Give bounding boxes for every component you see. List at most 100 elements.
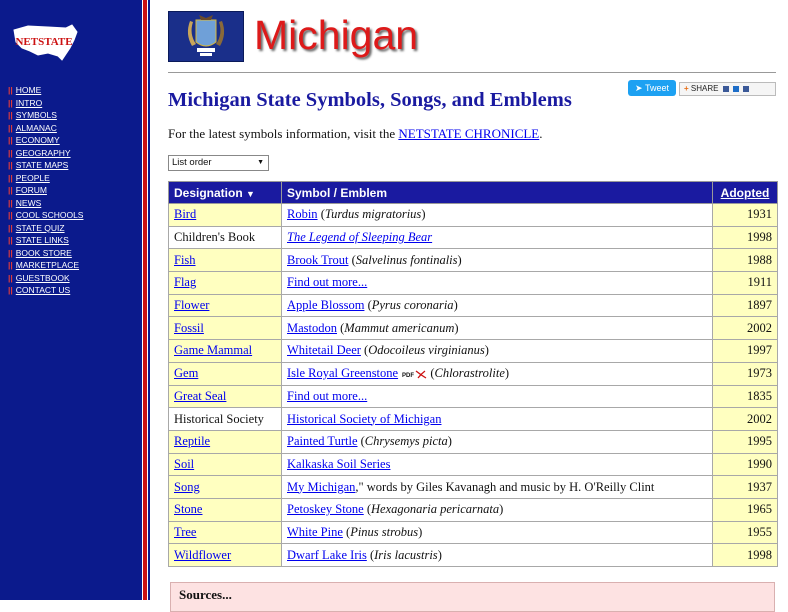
nav-item: || GEOGRAPHY <box>8 147 83 160</box>
symbol-link[interactable]: Kalkaska Soil Series <box>287 457 390 471</box>
twitter-bird-icon: ➤ <box>635 83 643 93</box>
designation-link[interactable]: Song <box>174 480 200 494</box>
adopted-year-cell: 1998 <box>712 543 778 567</box>
nav-link-forum[interactable]: FORUM <box>16 185 47 195</box>
table-row: Gem Isle Royal Greenstone PDF (Chlorastro… <box>168 361 778 386</box>
nav-separator: || <box>8 272 13 283</box>
symbol-link[interactable]: Dwarf Lake Iris <box>287 548 367 562</box>
symbol-link[interactable]: Find out more... <box>287 275 367 289</box>
latin-name: Mammut americanum <box>344 320 455 335</box>
symbol-detail-close: ) <box>437 547 442 562</box>
netstate-chronicle-link[interactable]: NETSTATE CHRONICLE <box>398 126 539 141</box>
symbol-link[interactable]: Whitetail Deer <box>287 343 361 357</box>
adopted-year-cell: 1965 <box>712 497 778 522</box>
designation-link[interactable]: Fish <box>174 253 196 267</box>
designation-link[interactable]: Fossil <box>174 321 204 335</box>
symbol-cell: The Legend of Sleeping Bear <box>281 225 713 250</box>
designation-link[interactable]: Tree <box>174 525 196 539</box>
symbol-cell: Historical Society of Michigan <box>281 407 713 431</box>
symbol-cell: Petoskey Stone (Hexagonaria pericarnata) <box>281 497 713 522</box>
designation-cell: Flag <box>168 271 282 295</box>
symbol-link[interactable]: Petoskey Stone <box>287 502 364 516</box>
symbol-cell: Painted Turtle (Chrysemys picta) <box>281 429 713 454</box>
nav-link-contact-us[interactable]: CONTACT US <box>16 285 70 295</box>
sidebar: NETSTATE || HOME || INTRO || SYMBOLS || ALMANAC… <box>0 0 140 600</box>
symbol-link[interactable]: Apple Blossom <box>287 298 364 312</box>
symbol-link[interactable]: White Pine <box>287 525 343 539</box>
nav-link-almanac[interactable]: ALMANAC <box>16 123 57 133</box>
nav-link-cool-schools[interactable]: COOL SCHOOLS <box>16 210 84 220</box>
adopted-year-cell: 1973 <box>712 361 778 386</box>
nav-link-book-store[interactable]: BOOK STORE <box>16 248 72 258</box>
nav-link-symbols[interactable]: SYMBOLS <box>16 110 57 120</box>
designation-link[interactable]: Great Seal <box>174 389 226 403</box>
nav-link-home[interactable]: HOME <box>16 85 42 95</box>
adopted-year-cell: 2002 <box>712 407 778 431</box>
symbol-link[interactable]: Brook Trout <box>287 253 348 267</box>
designation-cell: Flower <box>168 293 282 318</box>
designation-link[interactable]: Gem <box>174 366 198 380</box>
designation-link[interactable]: Flag <box>174 275 196 289</box>
sources-box: Sources... <box>170 582 775 612</box>
designation-link[interactable]: Game Mammal <box>174 343 252 357</box>
table-row: Fossil Mastodon (Mammut americanum) 2002 <box>168 316 778 341</box>
symbol-link[interactable]: The Legend of Sleeping Bear <box>287 230 432 244</box>
nav-link-guestbook[interactable]: GUESTBOOK <box>16 273 70 283</box>
symbol-link[interactable]: Painted Turtle <box>287 434 358 448</box>
symbol-detail-close: ) <box>421 207 426 222</box>
adopted-year-cell: 2002 <box>712 316 778 341</box>
nav-link-people[interactable]: PEOPLE <box>16 173 50 183</box>
nav-separator: || <box>8 260 13 270</box>
symbol-cell: White Pine (Pinus strobus) <box>281 520 713 545</box>
symbol-cell: Find out more... <box>281 384 713 409</box>
designation-link[interactable]: Bird <box>174 207 196 221</box>
nav-separator: || <box>8 97 13 108</box>
nav-link-news[interactable]: NEWS <box>16 198 42 208</box>
designation-link[interactable]: Stone <box>174 502 202 516</box>
adopted-year-cell: 1955 <box>712 520 778 545</box>
tweet-button[interactable]: ➤ Tweet <box>628 80 676 96</box>
symbol-link[interactable]: Isle Royal Greenstone <box>287 366 398 380</box>
symbol-link[interactable]: My Michigan <box>287 480 355 494</box>
symbol-cell: Robin (Turdus migratorius) <box>281 203 713 227</box>
nav-link-intro[interactable]: INTRO <box>16 98 42 108</box>
nav-link-marketplace[interactable]: MARKETPLACE <box>16 260 79 270</box>
symbol-link[interactable]: Find out more... <box>287 389 367 403</box>
nav-link-state-maps[interactable]: STATE MAPS <box>16 160 69 170</box>
nav-link-geography[interactable]: GEOGRAPHY <box>16 148 71 158</box>
nav-separator: || <box>8 210 13 220</box>
nav-item: || PEOPLE <box>8 172 83 185</box>
symbol-cell: Whitetail Deer (Odocoileus virginianus) <box>281 339 713 363</box>
adopted-header[interactable]: Adopted <box>712 181 778 204</box>
share-button[interactable]: + SHARE <box>679 82 776 96</box>
symbol-link[interactable]: Robin <box>287 207 318 221</box>
nav-item: || MARKETPLACE <box>8 259 83 272</box>
share-label: SHARE <box>690 84 719 93</box>
designation-cell: Wildflower <box>168 543 282 567</box>
nav-link-state-links[interactable]: STATE LINKS <box>16 235 69 245</box>
symbol-link[interactable]: Historical Society of Michigan <box>287 412 441 426</box>
nav-link-economy[interactable]: ECONOMY <box>16 135 60 145</box>
table-row: Wildflower Dwarf Lake Iris (Iris lacustri… <box>168 543 778 567</box>
facebook-share-icon <box>743 85 750 92</box>
symbol-link[interactable]: Mastodon <box>287 321 337 335</box>
table-row: Bird Robin (Turdus migratorius) 1931 <box>168 203 778 227</box>
designation-link[interactable]: Wildflower <box>174 548 231 562</box>
list-order-select[interactable]: List order ▼ <box>168 155 269 171</box>
nav-item: || HOME <box>8 84 83 97</box>
pdf-icon[interactable]: PDF <box>401 369 427 380</box>
designation-link[interactable]: Reptile <box>174 434 210 448</box>
designation-link[interactable]: Soil <box>174 457 194 471</box>
nav-link-state-quiz[interactable]: STATE QUIZ <box>16 223 65 233</box>
designation-header[interactable]: Designation ▼ <box>168 181 282 204</box>
nav-separator: || <box>8 85 13 95</box>
latin-name: Chrysemys picta <box>364 434 448 449</box>
designation-link[interactable]: Flower <box>174 298 209 312</box>
netstate-logo[interactable]: NETSTATE <box>8 20 80 66</box>
nav-item: || ALMANAC <box>8 122 83 135</box>
sources-label[interactable]: Sources... <box>179 587 232 603</box>
nav-separator: || <box>8 247 13 258</box>
symbol-cell: Brook Trout (Salvelinus fontinalis) <box>281 248 713 273</box>
symbol-detail-close: ) <box>454 320 459 335</box>
designation-cell: Soil <box>168 452 282 477</box>
